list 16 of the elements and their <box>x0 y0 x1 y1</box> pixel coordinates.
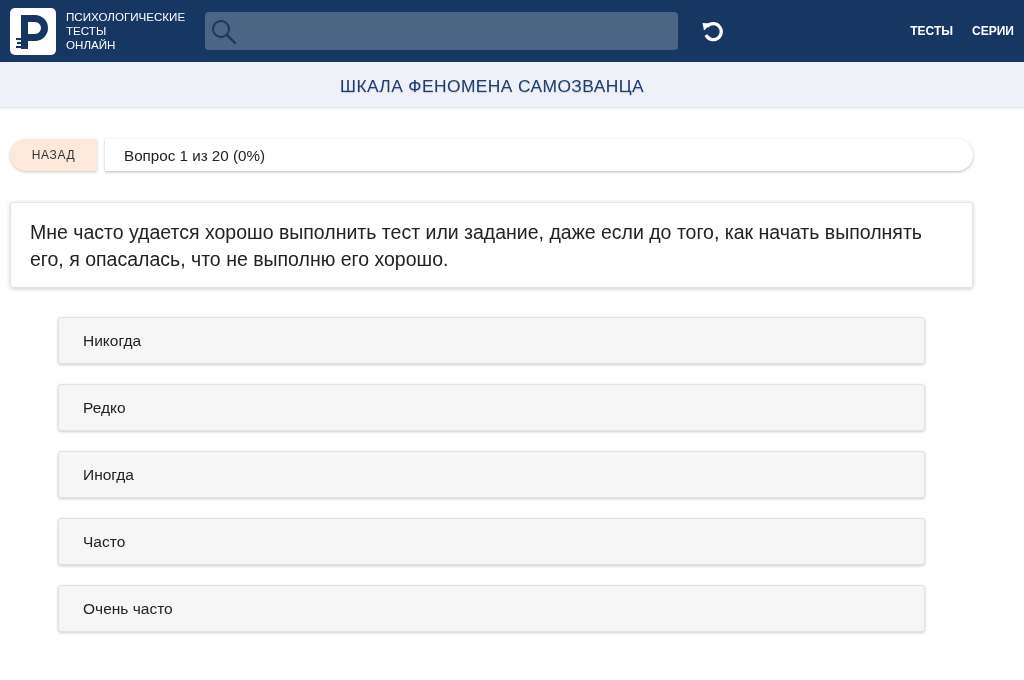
progress-label: Вопрос 1 из 20 (0%) <box>105 139 973 171</box>
nav-link[interactable]: СЕРИИ <box>972 24 1014 38</box>
answer-option[interactable]: Никогда <box>58 317 925 364</box>
answer-option[interactable]: Редко <box>58 384 925 431</box>
question-card: Мне часто удается хорошо выполнить тест или задание, даже если до того, как начать выполнять его, я опасалась, что не выполню его хорошо. <box>10 202 973 288</box>
nav-link[interactable]: ТЕСТЫ <box>910 24 954 38</box>
logo-icon[interactable] <box>10 7 56 55</box>
reload-icon[interactable] <box>702 19 725 43</box>
back-button[interactable]: НАЗАД <box>10 139 97 171</box>
search-icon <box>211 18 236 44</box>
answer-option[interactable]: Часто <box>58 518 925 565</box>
answer-option[interactable]: Иногда <box>58 451 925 498</box>
page-title: ШКАЛА ФЕНОМЕНА САМОЗВАНЦА <box>340 76 644 97</box>
site-name: ПСИХОЛОГИЧЕСКИЕ ТЕСТЫ ОНЛАЙН <box>66 10 187 52</box>
answer-option[interactable]: Очень часто <box>58 585 925 632</box>
search-field[interactable] <box>205 12 678 50</box>
